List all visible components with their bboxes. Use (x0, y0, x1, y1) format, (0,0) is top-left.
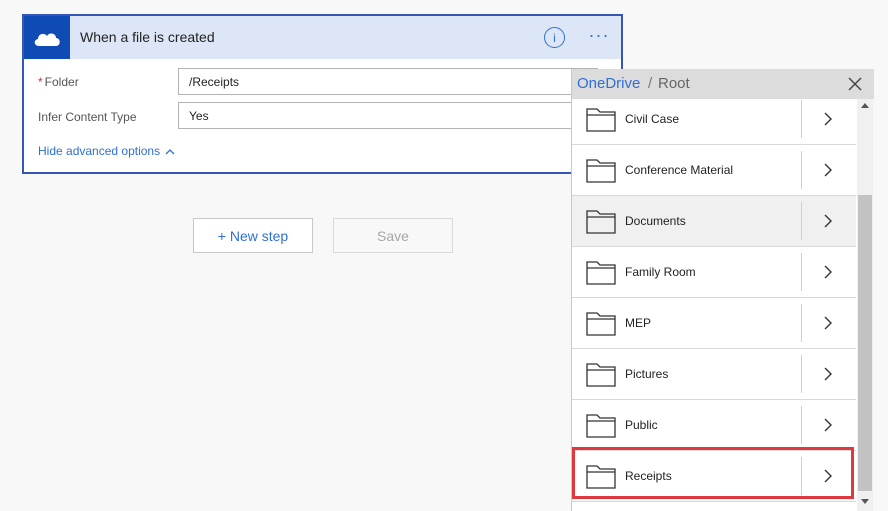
breadcrumb-onedrive-link[interactable]: OneDrive (577, 75, 640, 92)
folder-name: Conference Material (625, 163, 734, 177)
row-divider (801, 457, 802, 495)
scroll-up-arrow-icon[interactable] (861, 103, 869, 108)
chevron-right-icon[interactable] (823, 316, 833, 330)
breadcrumb-current: Root (658, 75, 690, 92)
folder-icon (586, 159, 616, 183)
picker-header: OneDrive / Root (572, 69, 874, 99)
onedrive-logo-icon (24, 16, 70, 59)
folder-list: Civil Case Conference Material Documents… (572, 99, 856, 511)
row-divider (801, 406, 802, 444)
row-divider (801, 202, 802, 240)
folder-icon (586, 312, 616, 336)
folder-row-documents[interactable]: Documents (572, 196, 856, 247)
chevron-right-icon[interactable] (823, 163, 833, 177)
trigger-header[interactable]: When a file is created i ··· (24, 16, 621, 59)
row-divider (801, 253, 802, 291)
infer-content-type-input[interactable]: Yes (178, 102, 598, 129)
chevron-up-icon (165, 148, 175, 154)
folder-row-public[interactable]: Public (572, 400, 856, 451)
scrollbar[interactable] (857, 99, 873, 511)
row-divider (801, 355, 802, 393)
folder-row-conference-material[interactable]: Conference Material (572, 145, 856, 196)
chevron-right-icon[interactable] (823, 214, 833, 228)
folder-row-receipts[interactable]: Receipts (572, 451, 856, 502)
scroll-down-arrow-icon[interactable] (861, 499, 869, 504)
row-divider (801, 151, 802, 189)
save-button[interactable]: Save (333, 218, 453, 253)
folder-row-pictures[interactable]: Pictures (572, 349, 856, 400)
folder-icon (586, 414, 616, 438)
folder-name: MEP (625, 316, 652, 330)
folder-picker-panel: OneDrive / Root Civil Case Conference Ma… (571, 69, 874, 511)
folder-name: Receipts (625, 469, 672, 483)
new-step-button[interactable]: + New step (193, 218, 313, 253)
breadcrumb-separator: / (648, 75, 653, 92)
chevron-right-icon[interactable] (823, 265, 833, 279)
hide-advanced-options-link[interactable]: Hide advanced options (38, 144, 175, 158)
folder-icon (586, 210, 616, 234)
row-divider (801, 304, 802, 342)
folder-icon (586, 465, 616, 489)
folder-icon (586, 363, 616, 387)
chevron-right-icon[interactable] (823, 469, 833, 483)
folder-row-family-room[interactable]: Family Room (572, 247, 856, 298)
close-icon[interactable] (846, 75, 864, 93)
folder-icon (586, 108, 616, 132)
more-options-icon[interactable]: ··· (587, 25, 611, 49)
chevron-right-icon[interactable] (823, 418, 833, 432)
folder-input[interactable]: /Receipts (178, 68, 598, 95)
chevron-right-icon[interactable] (823, 112, 833, 126)
infer-content-type-label: Infer Content Type (38, 110, 137, 124)
chevron-right-icon[interactable] (823, 367, 833, 381)
info-icon[interactable]: i (544, 27, 565, 48)
folder-name: Family Room (625, 265, 696, 279)
folder-label: * Folder (38, 75, 79, 89)
folder-name: Pictures (625, 367, 669, 381)
trigger-title: When a file is created (80, 29, 215, 45)
folder-icon (586, 261, 616, 285)
folder-name: Public (625, 418, 658, 432)
folder-name: Civil Case (625, 112, 680, 126)
row-divider (801, 100, 802, 138)
scrollbar-thumb[interactable] (858, 195, 872, 491)
folder-row-civil-case[interactable]: Civil Case (572, 99, 856, 145)
trigger-card: When a file is created i ··· * Folder /Re… (22, 14, 623, 174)
folder-name: Documents (625, 214, 686, 228)
folder-row-mep[interactable]: MEP (572, 298, 856, 349)
